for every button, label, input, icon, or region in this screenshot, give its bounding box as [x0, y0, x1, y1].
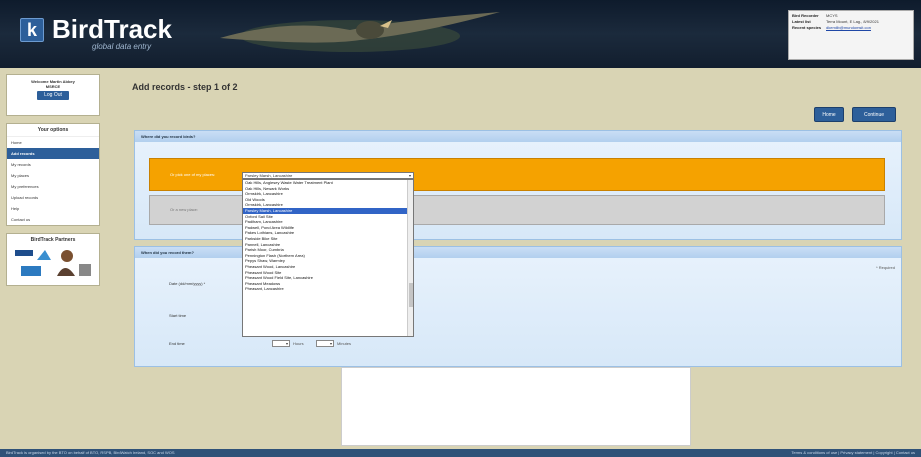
nav-item-my-preferences[interactable]: My preferences	[7, 181, 99, 192]
logout-button[interactable]: Log Out	[37, 91, 69, 100]
nav-item-upload-records[interactable]: Upload records	[7, 192, 99, 203]
continue-button[interactable]: Continue	[852, 107, 896, 122]
end-hours-select[interactable]: ▾	[272, 340, 290, 347]
footer-links[interactable]: Terms & conditions of use | Privacy stat…	[791, 450, 915, 455]
dropdown-scrollbar[interactable]	[407, 180, 413, 336]
site-footer: BirdTrack is organised by the BTO on beh…	[0, 449, 921, 457]
user-info-link[interactable]: dkemilb@mundomsit.con	[826, 25, 910, 31]
hours-label: Hours	[293, 341, 304, 346]
required-note: * Required	[876, 265, 895, 270]
nav-item-add-records[interactable]: Add records	[7, 148, 99, 159]
nav-item-contact-us[interactable]: Contact us	[7, 214, 99, 225]
start-time-label: Start time	[169, 313, 187, 318]
birdtrack-logo-icon[interactable]: k	[20, 18, 44, 42]
options-title: Your options	[7, 124, 99, 137]
scrollbar-thumb[interactable]	[409, 283, 413, 307]
options-panel: Your options Home Add records My records…	[6, 123, 100, 226]
partners-title: BirdTrack Partners	[30, 237, 76, 243]
user-info-box: Bird Recorder MCYS Latest list Terra Mou…	[788, 10, 914, 60]
partner-logos-image	[15, 250, 91, 276]
app-name[interactable]: BirdTrack	[52, 14, 172, 45]
welcome-panel: Welcome Martin Abbey MSRCE Log Out	[6, 74, 100, 116]
user-info-row: Recent species dkemilb@mundomsit.con	[792, 25, 910, 31]
where-section-header[interactable]: Where did you record birds?	[135, 131, 901, 142]
nav-item-help[interactable]: Help	[7, 203, 99, 214]
minutes-label: Minutes	[337, 341, 352, 346]
partners-panel: BirdTrack Partners	[6, 233, 100, 286]
map-panel[interactable]	[341, 367, 691, 446]
bird-banner-image	[220, 12, 500, 52]
app-tagline: global data entry	[92, 42, 152, 51]
my-places-label: Or pick one of my places:	[170, 172, 216, 177]
places-dropdown-list[interactable]: Oak Hills, Anglesey Waste Water Treatmen…	[242, 179, 414, 337]
select-current-value: Parsley Marsh, Lancashire	[245, 173, 293, 178]
date-label: Date (dd/mm/yyyy) *	[169, 281, 206, 286]
end-time-label: End time	[169, 341, 185, 346]
nav-item-home[interactable]: Home	[7, 137, 99, 148]
user-info-key: Recent species	[792, 25, 822, 30]
sidebar: Welcome Martin Abbey MSRCE Log Out Your …	[6, 74, 100, 293]
new-place-label: Or a new place:	[170, 207, 199, 212]
my-places-select[interactable]: Parsley Marsh, Lancashire ▾	[242, 172, 414, 179]
dropdown-option[interactable]: Pheasant, Lancashire	[243, 286, 413, 292]
nav-item-my-places[interactable]: My places	[7, 170, 99, 181]
home-button[interactable]: Home	[814, 107, 844, 122]
nav-item-my-records[interactable]: My records	[7, 159, 99, 170]
page-title: Add records - step 1 of 2	[132, 82, 238, 92]
membership-id: MSRCE	[45, 84, 61, 89]
site-header: k BirdTrack global data entry Bird Recor…	[0, 0, 921, 68]
footer-credit: BirdTrack is organised by the BTO on beh…	[6, 450, 175, 455]
end-minutes-select[interactable]: ▾	[316, 340, 334, 347]
